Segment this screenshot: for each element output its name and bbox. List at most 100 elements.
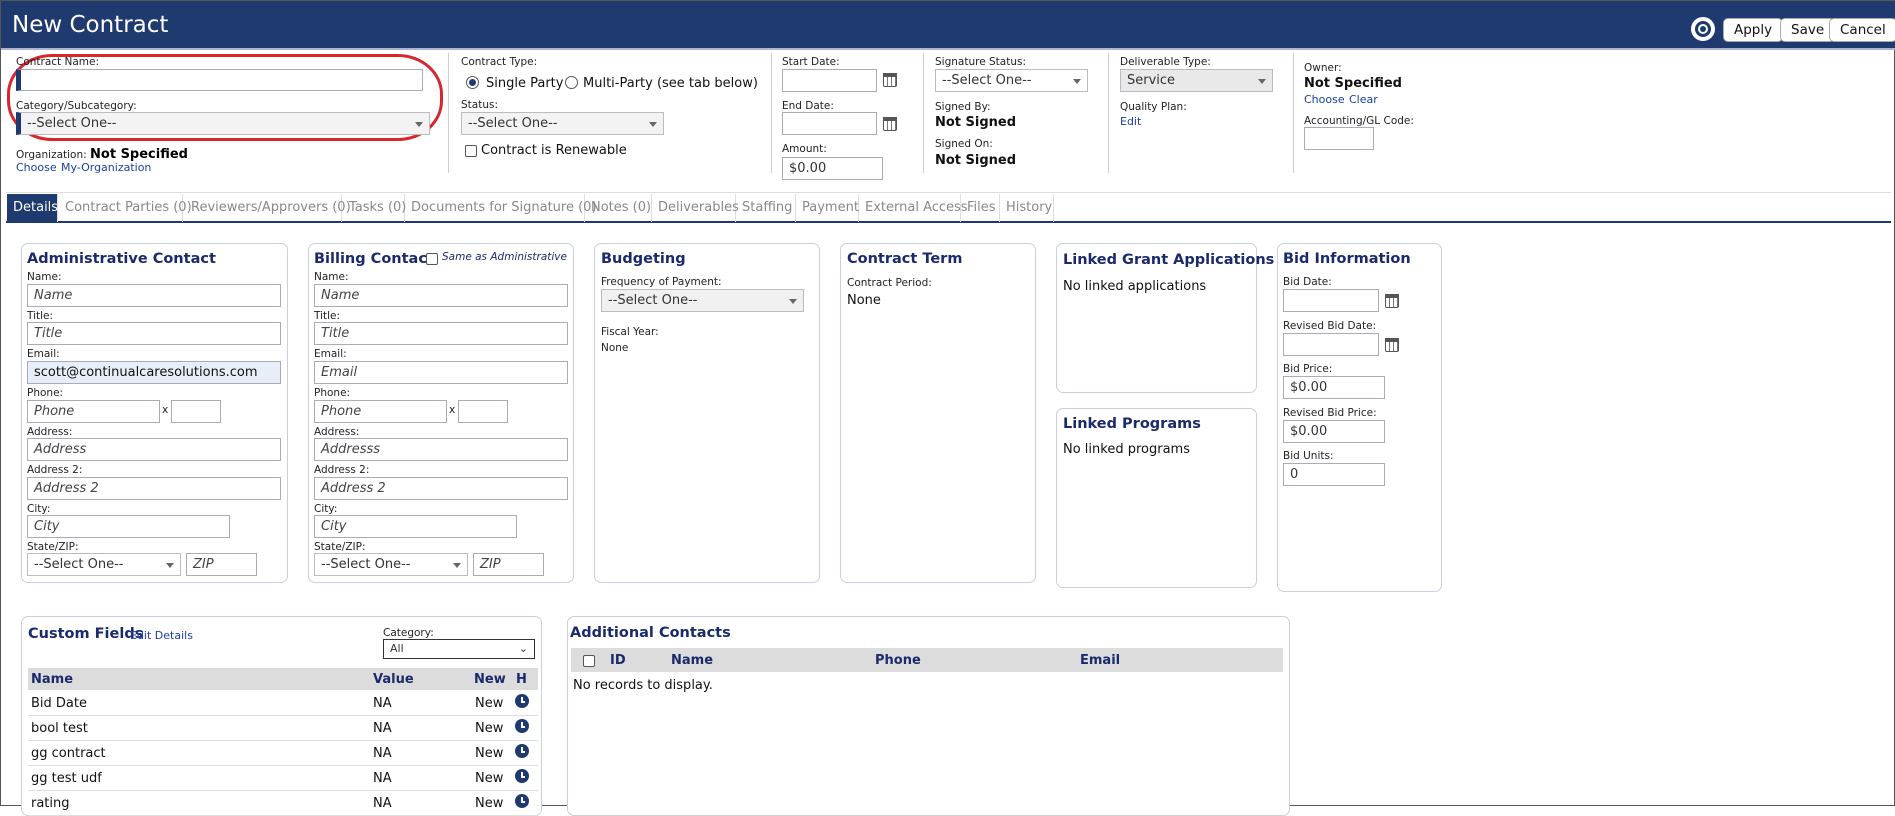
- renewable-label: Contract is Renewable: [481, 143, 627, 158]
- single-party-radio[interactable]: [466, 76, 479, 89]
- tab-payment[interactable]: Payment: [796, 194, 859, 222]
- table-row[interactable]: gg test udf NA New: [28, 766, 538, 791]
- history-clock-icon[interactable]: [515, 719, 529, 733]
- contract-name-input[interactable]: [16, 69, 423, 91]
- tab-deliverables[interactable]: Deliverables: [652, 194, 739, 222]
- tab-external-access[interactable]: External Access: [859, 194, 968, 222]
- billing-title-input[interactable]: Title: [314, 322, 568, 345]
- admin-name-input[interactable]: Name: [27, 284, 281, 307]
- revised-bid-date-input[interactable]: [1283, 333, 1379, 356]
- column-header-value[interactable]: Value: [373, 672, 414, 687]
- frequency-select[interactable]: --Select One--: [601, 289, 804, 312]
- table-row[interactable]: gg contract NA New: [28, 741, 538, 766]
- column-header-h[interactable]: H: [516, 672, 527, 687]
- signed-on-value: Not Signed: [935, 153, 1017, 168]
- billing-address2-input[interactable]: Address 2: [314, 477, 568, 500]
- tab-contract-parties[interactable]: Contract Parties (0): [59, 194, 192, 222]
- calendar-icon[interactable]: [1385, 338, 1399, 352]
- column-header-email[interactable]: Email: [1080, 653, 1120, 668]
- revised-bid-price-input[interactable]: $0.00: [1283, 420, 1385, 443]
- admin-ext-input[interactable]: [171, 400, 221, 423]
- bid-date-input[interactable]: [1283, 289, 1379, 312]
- row-name: gg test udf: [31, 771, 102, 786]
- category-select-value: --Select One--: [27, 116, 117, 131]
- column-header-phone[interactable]: Phone: [875, 653, 921, 668]
- same-as-admin-checkbox[interactable]: [426, 253, 438, 265]
- quality-plan-edit-link[interactable]: Edit: [1120, 115, 1141, 128]
- history-clock-icon[interactable]: [515, 769, 529, 783]
- custom-fields-category-select[interactable]: All ⌄: [383, 639, 535, 659]
- linked-programs-panel: [1056, 408, 1257, 588]
- admin-address2-input[interactable]: Address 2: [27, 477, 281, 500]
- calendar-icon[interactable]: [883, 117, 897, 131]
- bid-units-input[interactable]: 0: [1283, 463, 1385, 486]
- amount-input[interactable]: $0.00: [782, 157, 883, 180]
- column-header-name[interactable]: Name: [671, 653, 713, 668]
- billing-phone-input[interactable]: Phone: [314, 400, 447, 423]
- admin-phone-input[interactable]: Phone: [27, 400, 160, 423]
- organization-my-org-link[interactable]: My-Organization: [61, 161, 151, 174]
- calendar-icon[interactable]: [883, 73, 897, 87]
- table-row[interactable]: rating NA New: [28, 791, 538, 816]
- history-clock-icon[interactable]: [515, 744, 529, 758]
- table-row[interactable]: bool test NA New: [28, 716, 538, 741]
- chevron-down-icon: [789, 299, 797, 304]
- admin-title-input[interactable]: Title: [27, 322, 281, 345]
- gl-code-input[interactable]: [1304, 127, 1374, 150]
- admin-email-input[interactable]: scott@continualcaresolutions.com: [27, 361, 281, 384]
- admin-zip-input[interactable]: ZIP: [186, 553, 257, 576]
- tab-reviewers-approvers[interactable]: Reviewers/Approvers (0): [185, 194, 351, 222]
- billing-ext-input[interactable]: [458, 400, 508, 423]
- row-value: NA: [373, 771, 392, 786]
- admin-city-input[interactable]: City: [27, 515, 230, 538]
- billing-email-input[interactable]: Email: [314, 361, 568, 384]
- end-date-input[interactable]: [782, 112, 877, 135]
- tab-staffing[interactable]: Staffing: [736, 194, 796, 222]
- column-header-new[interactable]: New: [474, 672, 506, 687]
- tab-files[interactable]: Files: [961, 194, 1000, 222]
- billing-state-select[interactable]: --Select One--: [314, 553, 468, 576]
- custom-fields-edit-link[interactable]: Edit Details: [130, 629, 193, 642]
- bid-date-label: Bid Date:: [1283, 276, 1332, 288]
- start-date-input[interactable]: [782, 69, 877, 92]
- deliverable-type-select[interactable]: Service: [1120, 69, 1273, 92]
- billing-name-input[interactable]: Name: [314, 284, 568, 307]
- signature-status-select[interactable]: --Select One--: [935, 69, 1088, 92]
- renewable-checkbox[interactable]: [465, 145, 477, 157]
- billing-city-input[interactable]: City: [314, 515, 517, 538]
- history-clock-icon[interactable]: [515, 694, 529, 708]
- column-header-id[interactable]: ID: [610, 653, 626, 668]
- tab-tasks[interactable]: Tasks (0): [343, 194, 406, 222]
- calendar-icon[interactable]: [1385, 294, 1399, 308]
- tab-history[interactable]: History: [1000, 194, 1054, 222]
- select-all-checkbox[interactable]: [583, 655, 595, 667]
- row-name: bool test: [31, 721, 88, 736]
- apply-button[interactable]: Apply: [1723, 18, 1784, 42]
- billing-state-value: --Select One--: [321, 557, 411, 572]
- organization-choose-link[interactable]: Choose: [16, 161, 57, 174]
- status-select[interactable]: --Select One--: [461, 112, 664, 135]
- gear-icon[interactable]: [1691, 17, 1715, 41]
- cancel-button[interactable]: Cancel: [1829, 18, 1895, 42]
- tab-notes[interactable]: Notes (0): [585, 194, 652, 222]
- category-label: Category/Subcategory:: [16, 100, 137, 112]
- column-header-name[interactable]: Name: [31, 672, 73, 687]
- multi-party-radio[interactable]: [565, 76, 578, 89]
- tab-details[interactable]: Details: [7, 194, 58, 222]
- category-select[interactable]: --Select One--: [16, 112, 430, 135]
- billing-address-input[interactable]: Addresss: [314, 438, 568, 461]
- table-row[interactable]: Bid Date NA New: [28, 691, 538, 716]
- billing-zip-input[interactable]: ZIP: [473, 553, 544, 576]
- multi-party-label: Multi-Party (see tab below): [583, 76, 758, 91]
- end-date-label: End Date:: [782, 100, 834, 112]
- row-name: rating: [31, 796, 70, 811]
- save-button[interactable]: Save: [1780, 18, 1836, 42]
- admin-address-input[interactable]: Address: [27, 438, 281, 461]
- row-value: NA: [373, 796, 392, 811]
- bid-price-input[interactable]: $0.00: [1283, 376, 1385, 399]
- owner-choose-link[interactable]: Choose: [1304, 93, 1345, 106]
- row-new: New: [475, 696, 504, 711]
- admin-state-select[interactable]: --Select One--: [27, 553, 181, 576]
- tab-documents-for-signature[interactable]: Documents for Signature (0): [405, 194, 597, 222]
- owner-clear-link[interactable]: Clear: [1349, 93, 1378, 106]
